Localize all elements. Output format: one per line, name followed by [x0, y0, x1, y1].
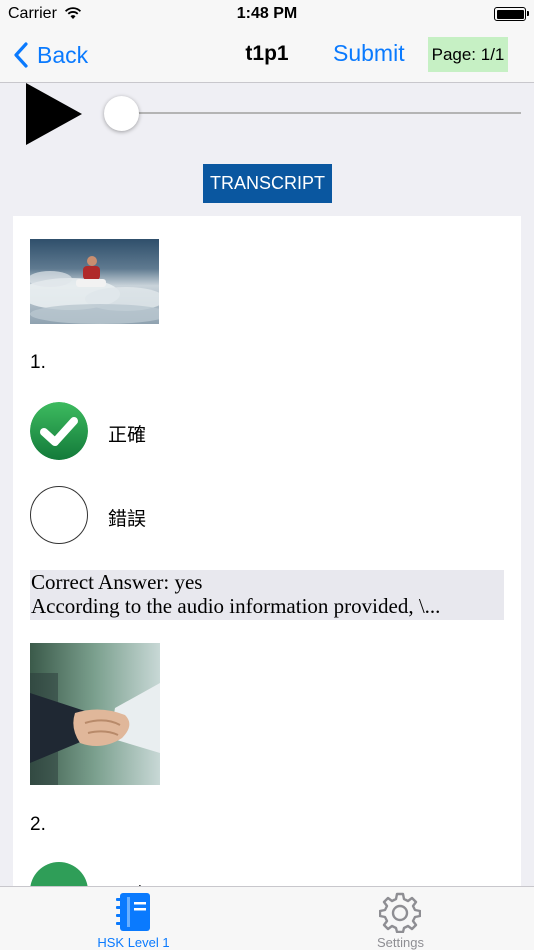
option-label: 錯誤 [108, 508, 147, 530]
page-indicator: Page: 1/1 [428, 37, 508, 72]
back-label: Back [37, 41, 89, 68]
question-1-image [30, 239, 159, 324]
question-2-option-1[interactable]: 正確 [30, 862, 330, 886]
question-1-option-2[interactable]: 錯誤 [30, 486, 330, 546]
gear-icon [379, 892, 421, 933]
answer-explanation: Correct Answer: yes According to the aud… [30, 570, 504, 620]
navigation-bar: Back t1p1 Submit Page: 1/1 [0, 30, 534, 83]
play-icon[interactable] [26, 83, 82, 145]
tab-settings[interactable]: Settings [267, 887, 534, 950]
radio-selected-icon [30, 862, 88, 886]
question-1-number: 1. [30, 352, 46, 373]
explanation-text: According to the audio information provi… [31, 594, 441, 618]
notebook-icon [116, 893, 150, 931]
radio-empty-icon [30, 486, 88, 544]
transcript-button[interactable]: TRANSCRIPT [203, 164, 332, 203]
question-2-image [30, 643, 160, 785]
chevron-left-icon [14, 42, 28, 68]
correct-answer-text: Correct Answer: yes [31, 570, 203, 594]
tab-hsk-level-1[interactable]: HSK Level 1 [0, 887, 267, 950]
back-button[interactable]: Back [14, 40, 88, 70]
clock: 1:48 PM [236, 5, 298, 22]
option-label: 正確 [108, 424, 147, 446]
submit-button[interactable]: Submit [333, 40, 405, 67]
battery-icon [494, 7, 529, 21]
tab-label: Settings [377, 935, 424, 950]
status-bar: Carrier 1:48 PM [0, 0, 534, 30]
tab-label: HSK Level 1 [97, 935, 170, 950]
question-1-option-1[interactable]: 正確 [30, 402, 330, 462]
audio-progress-track[interactable] [121, 112, 521, 114]
tab-bar: HSK Level 1 Settings [0, 886, 534, 950]
checkmark-circle-icon [30, 402, 88, 460]
audio-progress-thumb[interactable] [104, 96, 139, 131]
audio-player [0, 83, 534, 153]
question-2-number: 2. [30, 814, 46, 835]
question-list[interactable]: 1. 正確 錯誤 Correct Answer: yes According t… [13, 216, 521, 886]
